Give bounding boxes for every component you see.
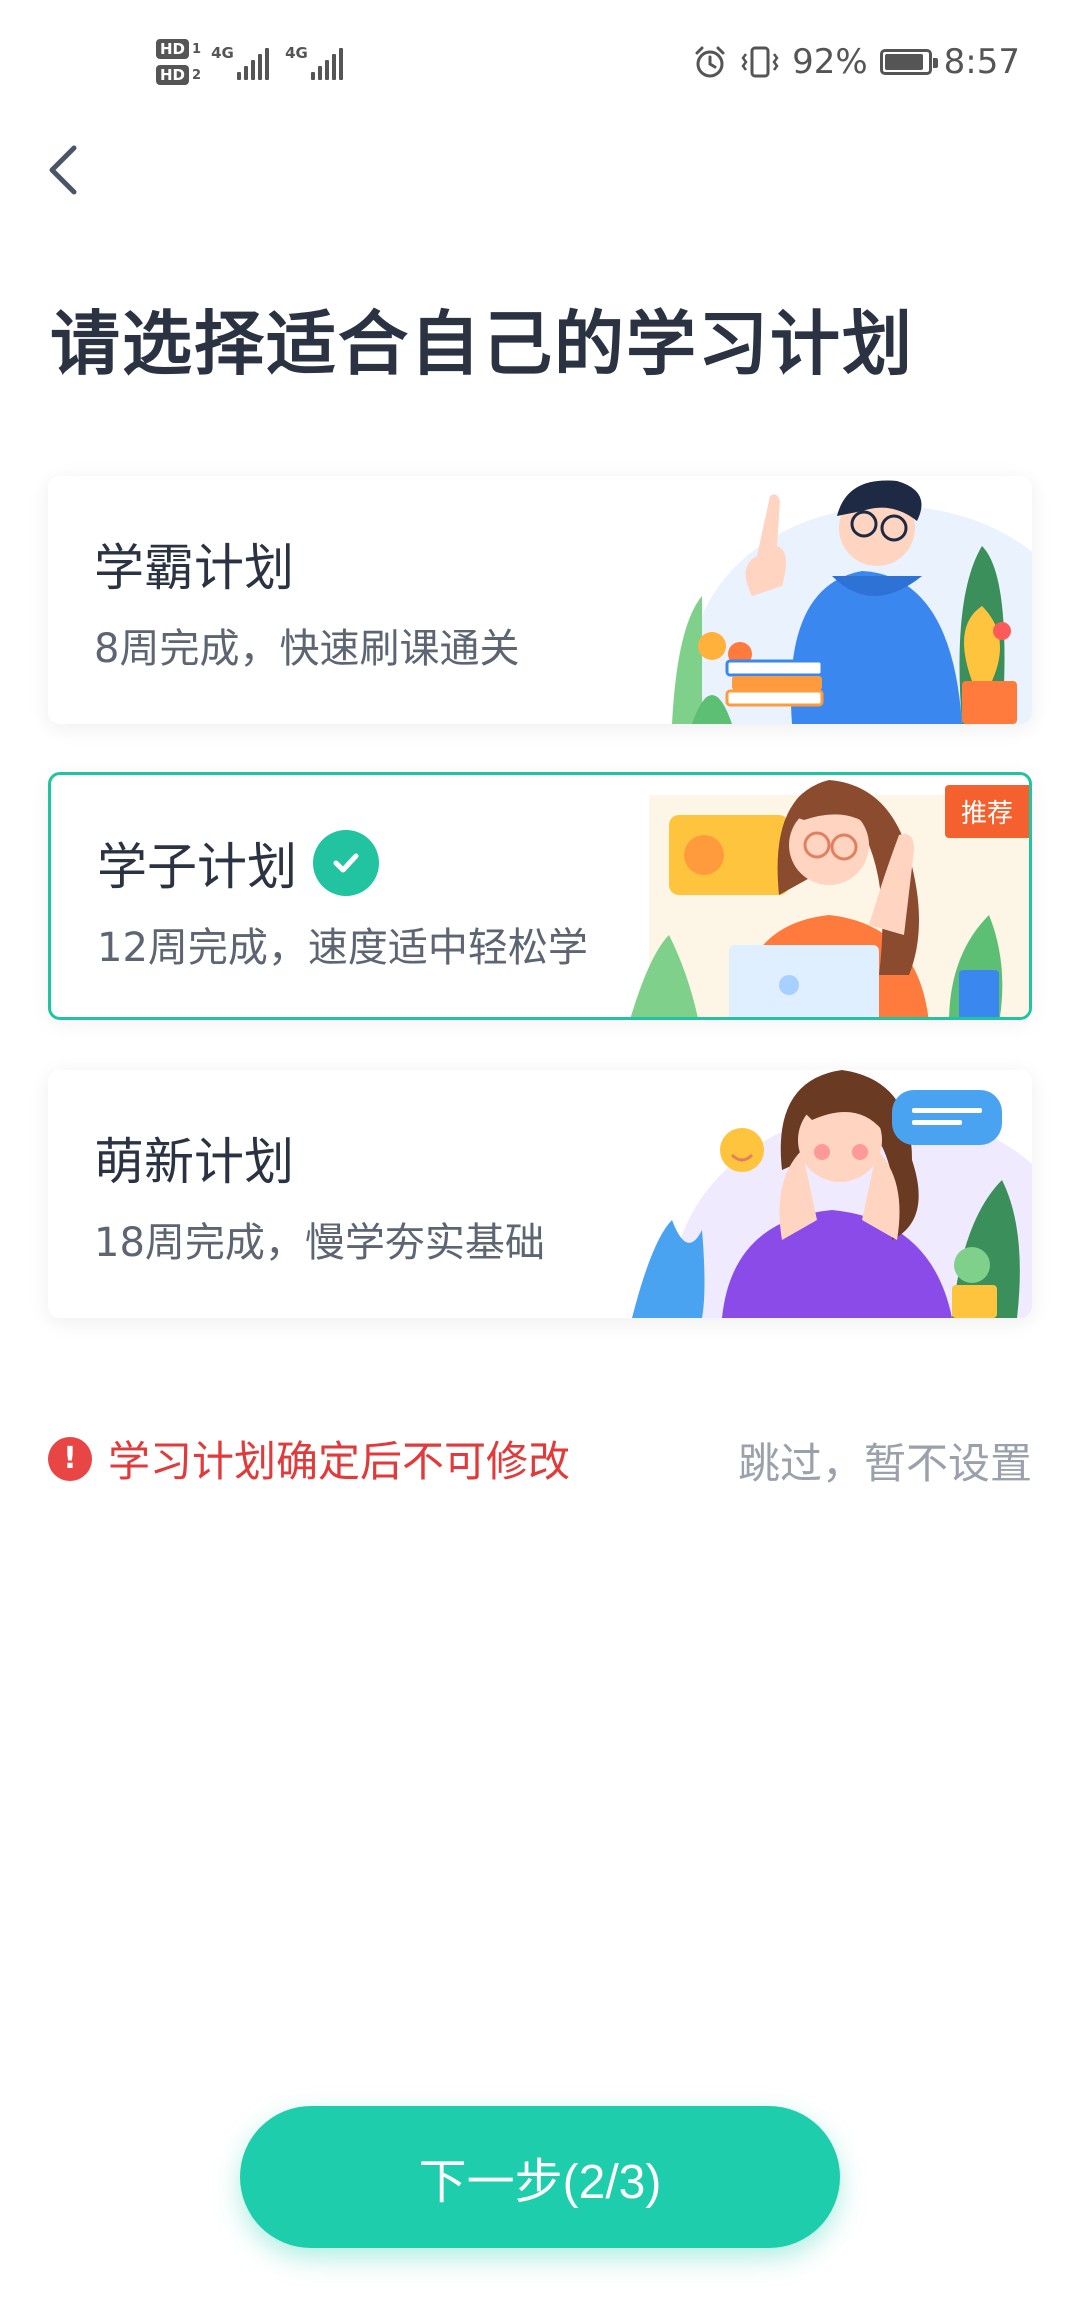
check-icon	[313, 830, 379, 896]
chevron-left-icon	[49, 145, 77, 195]
plan-description: 18周完成，慢学夯实基础	[94, 1220, 545, 1266]
hd-badge-1: HD	[156, 39, 190, 59]
vibrate-icon	[741, 46, 779, 78]
network-type-2: 4G	[285, 44, 308, 62]
plan-name: 萌新计划	[94, 1133, 294, 1191]
alarm-icon	[695, 46, 725, 78]
next-step-button[interactable]: 下一步(2/3)	[240, 2106, 840, 2248]
signal-icon-1: 4G	[211, 40, 275, 84]
hd-badge-2: HD	[156, 65, 190, 85]
page-title: 请选择适合自己的学习计划	[50, 303, 914, 385]
recommended-badge: 推荐	[944, 785, 1029, 838]
clock: 8:57	[943, 42, 1020, 82]
plan-description: 12周完成，速度适中轻松学	[97, 925, 588, 971]
plan-name: 学霸计划	[94, 539, 294, 597]
battery-percent: 92%	[792, 42, 868, 82]
status-left: HD 1 HD 2 4G 4G	[156, 32, 349, 92]
sim-slot-2: 2	[192, 67, 202, 83]
back-button[interactable]	[40, 140, 90, 200]
skip-link[interactable]: 跳过，暂不设置	[738, 1430, 1032, 1491]
network-type-1: 4G	[211, 44, 234, 62]
status-right: 92% 8:57	[692, 38, 1020, 86]
plan-card-xuezi[interactable]: 学子计划 12周完成，速度适中轻松学 推荐	[48, 772, 1032, 1020]
signal-icon-2: 4G	[285, 40, 349, 84]
student-newbie-illustration	[632, 1070, 1032, 1318]
plan-card-xueba[interactable]: 学霸计划 8周完成，快速刷课通关	[48, 476, 1032, 724]
plan-description: 8周完成，快速刷课通关	[94, 626, 520, 672]
warning-notice: ! 学习计划确定后不可修改	[48, 1428, 570, 1489]
status-bar: HD 1 HD 2 4G 4G 92% 8:57	[0, 0, 1080, 120]
plan-name: 学子计划	[97, 838, 297, 896]
plan-card-mengxin[interactable]: 萌新计划 18周完成，慢学夯实基础	[48, 1070, 1032, 1318]
battery-icon	[879, 49, 938, 75]
sim-slot-1: 1	[192, 41, 202, 57]
warning-text: 学习计划确定后不可修改	[108, 1437, 571, 1486]
exclamation-icon: !	[48, 1436, 92, 1481]
student-boy-illustration	[672, 480, 1032, 724]
